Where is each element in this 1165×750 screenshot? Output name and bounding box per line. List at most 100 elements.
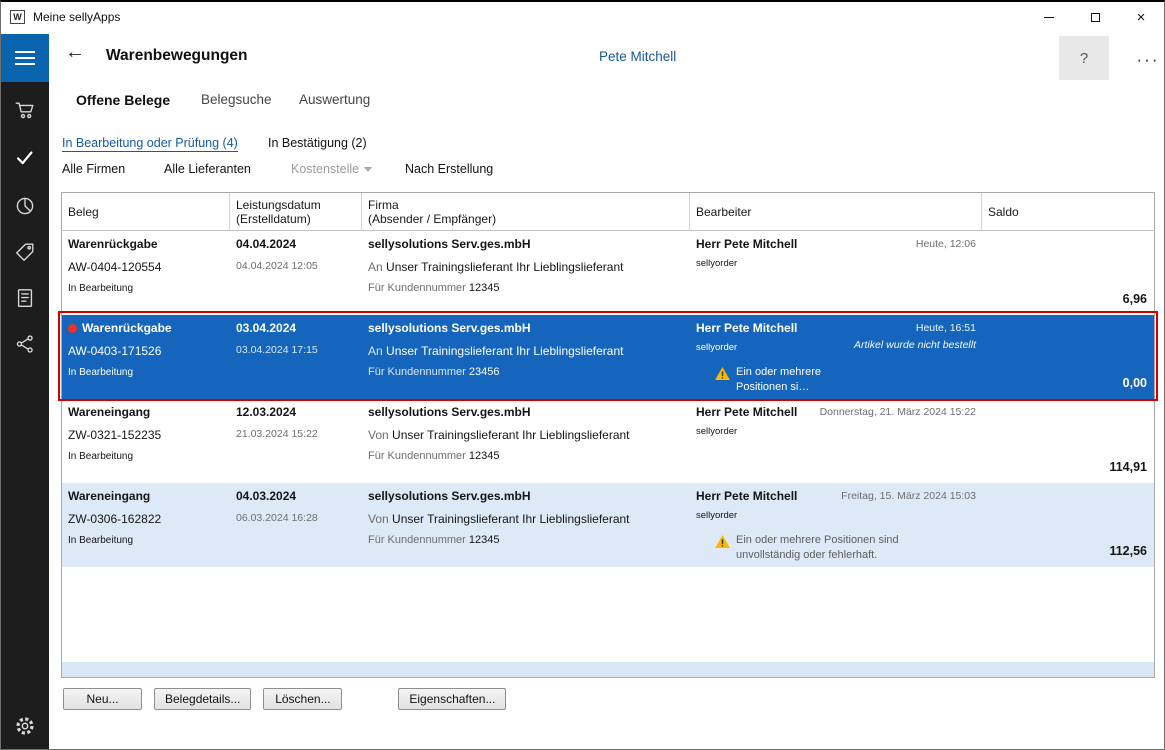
tab-auswertung[interactable]: Auswertung (299, 92, 370, 107)
window-controls: × (1026, 2, 1164, 32)
company: sellysolutions Serv.ges.mbH (368, 237, 688, 251)
sidebar-item-tasks[interactable] (1, 138, 49, 178)
sidebar-item-statistics[interactable] (1, 186, 49, 226)
minimize-button[interactable] (1026, 2, 1072, 32)
page-title: Warenbewegungen (106, 47, 248, 65)
tab-belegsuche[interactable]: Belegsuche (201, 92, 272, 107)
timestamp: Freitag, 15. März 2024 15:03 (841, 490, 976, 502)
company: sellysolutions Serv.ges.mbH (368, 321, 688, 335)
column-header-leistungsdatum[interactable]: Leistungsdatum(Erstelldatum) (230, 193, 362, 230)
sidebar-item-shop[interactable] (1, 90, 49, 130)
service-date: 04.04.2024 (236, 237, 360, 251)
chevron-down-icon (364, 167, 372, 172)
warning-message: Ein oder mehrere Positionen sindunvollst… (715, 533, 899, 562)
warning-icon (715, 367, 730, 380)
timestamp: Donnerstag, 21. März 2024 15:22 (820, 406, 976, 418)
document-details-button[interactable]: Belegdetails... (154, 688, 251, 710)
filter-nach-erstellung[interactable]: Nach Erstellung (405, 162, 493, 176)
customer-number: 12345 (469, 282, 500, 294)
cart-icon (14, 99, 36, 121)
doc-type: Wareneingang (68, 405, 228, 419)
table-row[interactable]: Wareneingang ZW-0306-162822 In Bearbeitu… (62, 483, 1154, 567)
column-header-saldo[interactable]: Saldo (982, 193, 1154, 230)
gear-icon (13, 714, 37, 738)
table-row[interactable]: Warenrückgabe AW-0404-120554 In Bearbeit… (62, 231, 1154, 315)
pie-chart-icon (14, 195, 36, 217)
close-icon: × (1137, 10, 1146, 25)
sidebar-item-journal[interactable] (1, 278, 49, 318)
created-date: 06.03.2024 16:28 (236, 512, 318, 524)
customer-number: 23456 (469, 366, 500, 378)
help-button[interactable]: ? (1059, 36, 1109, 80)
back-button[interactable]: ← (65, 42, 85, 62)
doc-status: In Bearbeitung (68, 367, 133, 378)
sidebar-item-prices[interactable] (1, 232, 49, 272)
app-window: W Meine sellyApps × (0, 0, 1165, 750)
created-date: 21.03.2024 15:22 (236, 428, 318, 440)
timestamp: Heute, 12:06 (916, 238, 976, 250)
user-name[interactable]: Pete Mitchell (599, 49, 676, 64)
doc-status: In Bearbeitung (68, 283, 133, 294)
timestamp: Heute, 16:51 (916, 322, 976, 334)
table-header: Beleg Leistungsdatum(Erstelldatum) Firma… (62, 193, 1154, 231)
check-icon (14, 147, 36, 169)
doc-type: Warenrückgabe (82, 321, 172, 335)
new-button[interactable]: Neu... (63, 688, 142, 710)
minimize-icon (1044, 17, 1054, 18)
doc-number: ZW-0321-152235 (68, 428, 161, 442)
filter-alle-firmen[interactable]: Alle Firmen (62, 162, 125, 176)
maximize-icon (1091, 13, 1100, 22)
service-date: 12.03.2024 (236, 405, 360, 419)
sidebar-item-network[interactable] (1, 324, 49, 364)
partner: Unser Trainingslieferant Ihr Lieblingsli… (386, 344, 623, 358)
warning-icon (715, 535, 730, 548)
price-tag-icon (14, 241, 36, 263)
horizontal-scrollbar[interactable] (62, 662, 1154, 677)
doc-number: AW-0403-171526 (68, 344, 161, 358)
tab-offene-belege[interactable]: Offene Belege (76, 92, 170, 108)
doc-type: Warenrückgabe (68, 237, 228, 251)
close-button[interactable]: × (1118, 2, 1164, 32)
column-header-bearbeiter[interactable]: Bearbeiter (690, 193, 982, 230)
journal-icon (14, 287, 36, 309)
filter-alle-lieferanten[interactable]: Alle Lieferanten (164, 162, 251, 176)
menu-button[interactable] (1, 34, 49, 82)
partner: Unser Trainingslieferant Ihr Lieblingsli… (392, 428, 629, 442)
service-date: 04.03.2024 (236, 489, 360, 503)
saldo-value: 114,91 (1109, 460, 1147, 474)
editor-app: sellyorder (696, 426, 737, 437)
company: sellysolutions Serv.ges.mbH (368, 405, 688, 419)
delete-button[interactable]: Löschen... (263, 688, 342, 710)
created-date: 04.04.2024 12:05 (236, 260, 318, 272)
editor-app: sellyorder (696, 510, 737, 521)
table-row[interactable]: Wareneingang ZW-0321-152235 In Bearbeitu… (62, 399, 1154, 483)
partner: Unser Trainingslieferant Ihr Lieblingsli… (392, 512, 629, 526)
main-area: ← Warenbewegungen Pete Mitchell ? ··· Of… (49, 34, 1164, 749)
customer-number: 12345 (469, 450, 500, 462)
doc-status: In Bearbeitung (68, 535, 133, 546)
filter-kostenstelle[interactable]: Kostenstelle (291, 162, 372, 176)
saldo-value: 6,96 (1123, 292, 1147, 306)
more-options-button[interactable]: ··· (1129, 46, 1165, 72)
doc-status: In Bearbeitung (68, 451, 133, 462)
note-text: Artikel wurde nicht bestellt (854, 339, 976, 351)
column-header-firma[interactable]: Firma(Absender / Empfänger) (362, 193, 690, 230)
window-title: Meine sellyApps (33, 10, 120, 24)
editor-app: sellyorder (696, 342, 737, 353)
sidebar-item-settings[interactable] (1, 709, 49, 743)
properties-button[interactable]: Eigenschaften... (398, 688, 506, 710)
doc-number: AW-0404-120554 (68, 260, 161, 274)
alert-dot-icon (68, 324, 77, 333)
footer-button-bar: Neu... Belegdetails... Löschen... Eigens… (63, 688, 506, 710)
filter-in-bearbeitung[interactable]: In Bearbeitung oder Prüfung (4) (62, 136, 238, 152)
sidebar (1, 34, 49, 749)
maximize-button[interactable] (1072, 2, 1118, 32)
title-bar: W Meine sellyApps × (1, 2, 1164, 32)
app-logo-icon: W (10, 10, 25, 24)
table-row-selected[interactable]: Warenrückgabe AW-0403-171526 In Bearbeit… (62, 315, 1154, 399)
saldo-value: 0,00 (1123, 376, 1147, 390)
doc-number: ZW-0306-162822 (68, 512, 161, 526)
saldo-value: 112,56 (1109, 544, 1147, 558)
column-header-beleg[interactable]: Beleg (62, 193, 230, 230)
filter-in-bestaetigung[interactable]: In Bestätigung (2) (268, 136, 367, 150)
